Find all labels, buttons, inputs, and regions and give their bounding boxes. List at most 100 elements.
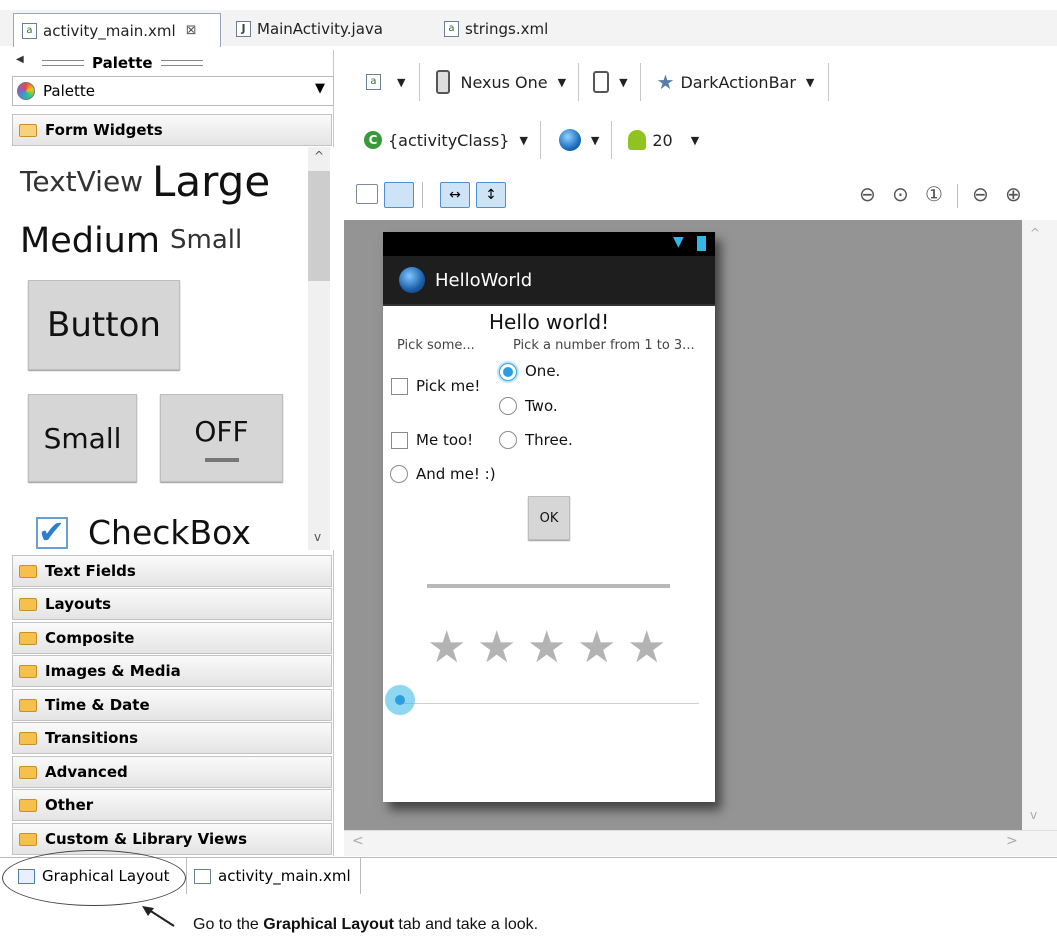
fill-width-icon[interactable]: ↔ (440, 182, 470, 208)
tab-strings-xml[interactable]: a strings.xml (436, 13, 596, 45)
rotate-orientation-icon[interactable] (593, 71, 610, 93)
scroll-down-icon[interactable]: v (314, 530, 321, 544)
category-label: Custom & Library Views (45, 830, 248, 848)
category-time-date[interactable]: Time & Date (12, 689, 332, 721)
tab-divider (360, 858, 361, 894)
device-action-bar: HelloWorld (383, 256, 715, 306)
zoom-real-size-icon[interactable]: ⊙ (892, 182, 909, 206)
palette-select-value: Palette (43, 82, 95, 100)
widget-small-button[interactable]: Small (28, 394, 137, 482)
category-custom-library-views[interactable]: Custom & Library Views (12, 823, 332, 855)
hello-heading[interactable]: Hello world! (489, 310, 609, 334)
chevron-down-icon[interactable]: ▼ (519, 134, 527, 147)
widget-toggle-button[interactable]: OFF (160, 394, 283, 482)
chevron-down-icon[interactable]: ▼ (397, 76, 405, 89)
collapse-arrow-icon[interactable]: ◀ (16, 54, 24, 65)
chevron-down-icon[interactable]: ▼ (619, 76, 627, 89)
category-other[interactable]: Other (12, 789, 332, 821)
activity-class-icon[interactable]: C (364, 131, 382, 149)
palette-mode-select[interactable]: Palette ▼ (12, 76, 334, 106)
rating-star-icon[interactable]: ★ (627, 626, 666, 670)
radio-one[interactable] (499, 363, 517, 381)
category-advanced[interactable]: Advanced (12, 756, 332, 788)
rating-bar[interactable]: ★ ★ ★ ★ ★ (427, 626, 677, 674)
category-form-widgets[interactable]: Form Widgets (12, 114, 332, 146)
side-by-side-icon[interactable] (356, 184, 378, 204)
theme-star-icon[interactable]: ★ (657, 70, 675, 94)
zoom-in-icon[interactable]: ⊕ (1005, 182, 1022, 206)
canvas-horizontal-scrollbar[interactable]: < > (344, 830, 1057, 856)
checkbox-me-too-label[interactable]: Me too! (416, 431, 473, 449)
rating-star-icon[interactable]: ★ (577, 626, 616, 670)
category-images-media[interactable]: Images & Media (12, 655, 332, 687)
radio-two-label[interactable]: Two. (525, 397, 558, 415)
activity-select[interactable]: {activityClass} (388, 131, 509, 150)
category-layouts[interactable]: Layouts (12, 588, 332, 620)
chevron-down-icon[interactable]: ▼ (691, 134, 699, 147)
zoom-out-icon[interactable]: ⊖ (972, 182, 989, 206)
category-text-fields[interactable]: Text Fields (12, 555, 332, 587)
tab-activity-main-xml[interactable]: a activity_main.xml ⊠ (13, 13, 221, 47)
fill-height-icon[interactable]: ↕ (476, 182, 506, 208)
widget-medium-text[interactable]: Medium (20, 221, 160, 261)
tab-mainactivity-java[interactable]: J MainActivity.java (228, 13, 428, 45)
ok-button[interactable]: OK (528, 496, 570, 540)
android-api-icon[interactable] (628, 130, 647, 150)
radio-three-label[interactable]: Three. (525, 431, 573, 449)
phone-device-icon[interactable] (436, 70, 451, 94)
api-level-select[interactable]: 20 (652, 131, 672, 150)
widget-small-text[interactable]: Small (170, 225, 242, 255)
xml-file-icon: a (22, 22, 37, 39)
checkbox-pick-me-label[interactable]: Pick me! (416, 377, 480, 395)
category-label: Other (45, 796, 94, 814)
device-select[interactable]: Nexus One (460, 73, 547, 92)
theme-select[interactable]: DarkActionBar (680, 73, 795, 92)
seekbar-thumb[interactable] (385, 685, 415, 715)
zoom-100-icon[interactable]: ① (925, 182, 943, 206)
toolbar-separator (957, 184, 958, 208)
widget-textview[interactable]: TextView (20, 165, 143, 198)
radio-and-me[interactable] (390, 465, 408, 483)
layout-file-icon[interactable]: a (366, 74, 381, 90)
category-composite[interactable]: Composite (12, 622, 332, 654)
scroll-up-icon[interactable]: ^ (314, 149, 324, 163)
scroll-right-icon[interactable]: > (1006, 833, 1018, 849)
caption-bold: Graphical Layout (263, 916, 394, 933)
radio-two[interactable] (499, 397, 517, 415)
rating-star-icon[interactable]: ★ (527, 626, 566, 670)
locale-globe-icon[interactable] (558, 129, 581, 151)
folder-icon (19, 798, 37, 812)
folder-icon (19, 832, 37, 846)
widget-button[interactable]: Button (28, 280, 180, 370)
category-transitions[interactable]: Transitions (12, 722, 332, 754)
seekbar-track[interactable] (403, 703, 699, 704)
radio-one-label[interactable]: One. (525, 362, 560, 380)
checkbox-me-too[interactable] (391, 432, 408, 449)
widget-large-text[interactable]: Large (152, 157, 270, 206)
device-preview[interactable]: ▼ HelloWorld Hello world! Pick some... P… (383, 232, 715, 802)
pick-number-label[interactable]: Pick a number from 1 to 3... (513, 338, 695, 353)
rating-star-icon[interactable]: ★ (427, 626, 466, 670)
palette-scrollbar[interactable]: ^ v (308, 147, 330, 550)
tab-label: MainActivity.java (257, 20, 383, 38)
scroll-up-icon[interactable]: ^ (1030, 226, 1040, 240)
pick-some-label[interactable]: Pick some... (397, 338, 475, 353)
tab-activity-main-xml-source[interactable]: activity_main.xml (194, 862, 360, 890)
scrollbar-thumb[interactable] (308, 171, 330, 281)
widget-checkbox[interactable]: ✔ CheckBox (36, 513, 251, 550)
zoom-fit-icon[interactable]: ⊖ (859, 182, 876, 206)
radio-three[interactable] (499, 431, 517, 449)
java-file-icon: J (236, 21, 251, 37)
chevron-down-icon[interactable]: ▼ (591, 134, 599, 147)
chevron-down-icon[interactable]: ▼ (806, 76, 814, 89)
chevron-down-icon[interactable]: ▼ (558, 76, 566, 89)
canvas-vertical-scrollbar[interactable]: ^ v (1022, 220, 1057, 830)
scroll-down-icon[interactable]: v (1030, 808, 1037, 822)
scroll-left-icon[interactable]: < (352, 833, 364, 849)
radio-and-me-label[interactable]: And me! :) (416, 465, 496, 483)
close-tab-icon[interactable]: ⊠ (186, 23, 197, 38)
stacked-view-icon[interactable] (384, 182, 414, 208)
checkbox-pick-me[interactable] (391, 378, 408, 395)
ok-button-label: OK (539, 510, 559, 526)
rating-star-icon[interactable]: ★ (477, 626, 516, 670)
